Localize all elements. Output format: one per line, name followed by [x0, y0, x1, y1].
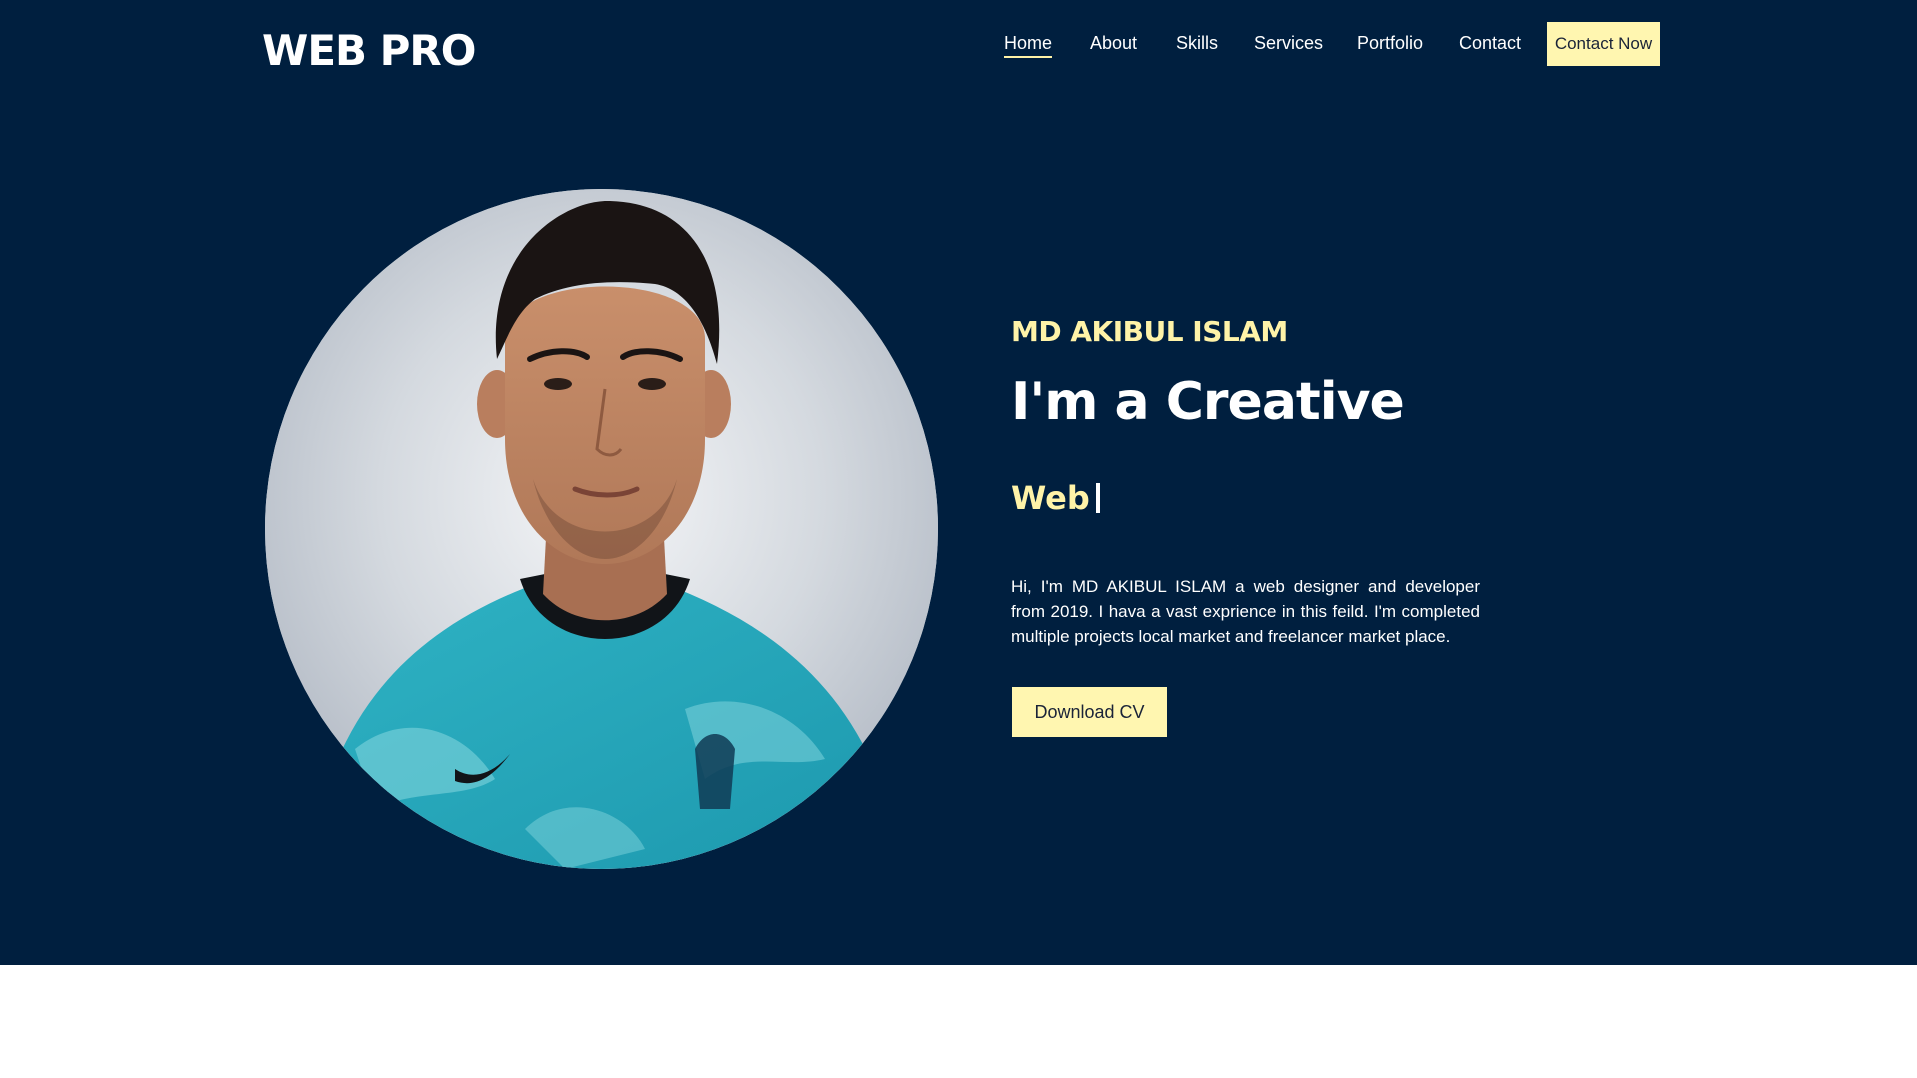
hero-headline: I'm a Creative — [1011, 372, 1405, 432]
nav-about[interactable]: About — [1090, 32, 1137, 54]
typing-cursor — [1095, 483, 1100, 513]
contact-now-button[interactable]: Contact Now — [1547, 22, 1660, 66]
hero-name: MD AKIBUL ISLAM — [1011, 315, 1288, 348]
nav-services[interactable]: Services — [1254, 32, 1323, 54]
typed-role-text: Web — [1011, 479, 1090, 517]
nav-skills[interactable]: Skills — [1176, 32, 1218, 54]
download-cv-button[interactable]: Download CV — [1012, 687, 1167, 737]
brand-logo[interactable]: WEB PRO — [262, 24, 476, 78]
portrait-illustration — [265, 189, 938, 869]
hero-section: WEB PRO Home About Skills Services Portf… — [0, 0, 1917, 965]
nav-contact[interactable]: Contact — [1459, 32, 1521, 54]
hero-bio: Hi, I'm MD AKIBUL ISLAM a web designer a… — [1011, 577, 1480, 646]
profile-photo — [265, 189, 938, 869]
nav-home[interactable]: Home — [1004, 32, 1053, 58]
nav-portfolio[interactable]: Portfolio — [1357, 32, 1423, 54]
typed-role: Web — [1011, 476, 1100, 520]
